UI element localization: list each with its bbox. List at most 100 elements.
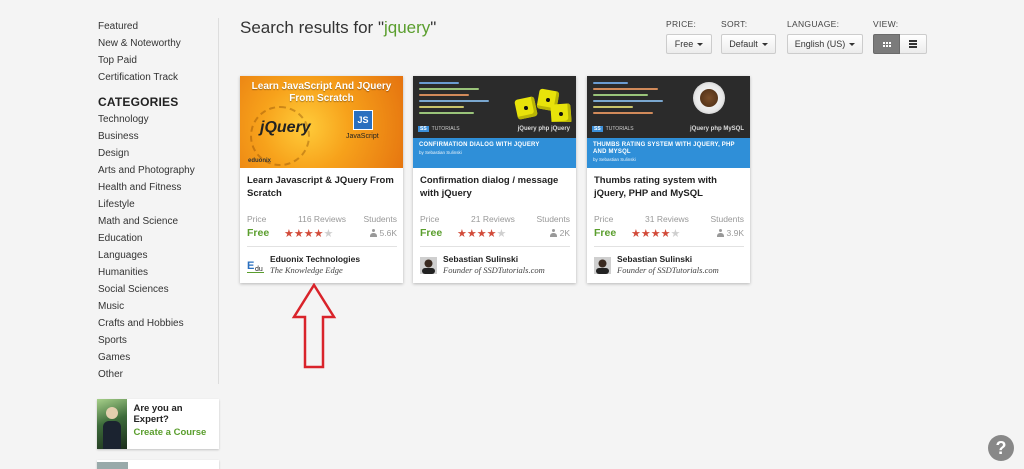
category-item-education[interactable]: Education [98, 230, 220, 247]
card-divider [594, 246, 744, 247]
view-toggle [873, 34, 927, 54]
rating-stars: ★★★★★ [457, 228, 507, 240]
course-thumbnail[interactable]: SS TUTORIALS jQuery php MySQL THUMBS RATI… [587, 76, 750, 168]
course-price: Free [420, 227, 443, 239]
category-item-games[interactable]: Games [98, 349, 220, 366]
category-item-languages[interactable]: Languages [98, 247, 220, 264]
jquery-logo: jQuery [260, 119, 311, 136]
title-suffix: " [430, 18, 437, 37]
sidebar-link-top-paid[interactable]: Top Paid [98, 52, 220, 69]
expert-photo [97, 399, 128, 449]
category-item-design[interactable]: Design [98, 145, 220, 162]
category-item-business[interactable]: Business [98, 128, 220, 145]
title-prefix: Search results for " [240, 18, 384, 37]
students-value: 2K [559, 228, 570, 238]
category-item-lifestyle[interactable]: Lifestyle [98, 196, 220, 213]
course-author[interactable]: Sebastian Sulinski Founder of SSDTutoria… [420, 254, 545, 276]
tech-logos: jQuery php jQuery [517, 126, 570, 132]
course-author[interactable]: E du Eduonix Technologies The Knowledge … [247, 254, 360, 276]
course-meta-labels: Price 21 Reviews Students [420, 214, 570, 224]
students-label: Students [536, 214, 570, 224]
javascript-badge-icon: JS [353, 110, 373, 130]
create-course-link[interactable]: Create a Course [133, 427, 219, 438]
course-thumbnail[interactable]: Learn JavaScript And JQuery From Scratch… [240, 76, 403, 168]
tag-badge: SS [418, 126, 429, 132]
author-text: Eduonix Technologies The Knowledge Edge [270, 254, 360, 276]
category-item-other[interactable]: Other [98, 366, 220, 383]
tutorials-tag: SS TUTORIALS [418, 126, 460, 132]
grid-view-button[interactable] [873, 34, 900, 54]
sidebar-top-links: Featured New & Noteworthy Top Paid Certi… [98, 18, 220, 86]
language-dropdown[interactable]: English (US) [787, 34, 863, 54]
tech-logos: jQuery php MySQL [689, 126, 744, 132]
thumbnail-band: THUMBS RATING SYSTEM WITH JQUERY, PHP AN… [587, 138, 750, 168]
svg-text:E: E [247, 260, 254, 272]
promo-text: Are you an Expert? Create a Course [127, 399, 219, 449]
svg-text:du: du [255, 266, 263, 273]
sidebar-link-certification-track[interactable]: Certification Track [98, 69, 220, 86]
course-title[interactable]: Thumbs rating system with jQuery, PHP an… [594, 174, 744, 200]
thumbnail-ribbon: SS TUTORIALS jQuery php jQuery [413, 122, 576, 138]
author-name[interactable]: Sebastian Sulinski [443, 254, 545, 265]
sort-filter: SORT: Default [721, 19, 776, 54]
course-price: Free [594, 227, 617, 239]
price-dropdown[interactable]: Free [666, 34, 712, 54]
author-subtitle: Founder of SSDTutorials.com [617, 265, 719, 275]
category-item-math-science[interactable]: Math and Science [98, 213, 220, 230]
yellow-cube-icon [514, 96, 538, 120]
author-avatar [420, 256, 437, 274]
category-item-technology[interactable]: Technology [98, 111, 220, 128]
price-filter-label: PRICE: [666, 19, 697, 29]
sidebar-link-new-noteworthy[interactable]: New & Noteworthy [98, 35, 220, 52]
author-avatar [594, 256, 611, 274]
person-icon [549, 229, 557, 237]
course-meta-labels: Price 116 Reviews Students [247, 214, 397, 224]
author-text: Sebastian Sulinski Founder of SSDTutoria… [443, 254, 545, 276]
author-text: Sebastian Sulinski Founder of SSDTutoria… [617, 254, 719, 276]
course-card[interactable]: Learn JavaScript And JQuery From Scratch… [240, 76, 403, 283]
grid-icon [882, 41, 891, 47]
language-dropdown-value: English (US) [794, 39, 846, 49]
author-name[interactable]: Sebastian Sulinski [617, 254, 719, 265]
course-card[interactable]: SS TUTORIALS jQuery php jQuery CONFIRMATI… [413, 76, 576, 283]
list-icon [909, 39, 917, 50]
price-label: Price [247, 214, 267, 224]
language-filter-label: LANGUAGE: [787, 19, 840, 29]
category-item-health-fitness[interactable]: Health and Fitness [98, 179, 220, 196]
course-card[interactable]: SS TUTORIALS jQuery php MySQL THUMBS RATI… [587, 76, 750, 283]
tag-text: TUTORIALS [431, 126, 460, 132]
code-graphic [593, 82, 673, 118]
category-item-arts-photography[interactable]: Arts and Photography [98, 162, 220, 179]
search-query: jquery [383, 18, 431, 37]
thumbnail-band-title: CONFIRMATION DIALOG WITH JQUERY [419, 142, 540, 148]
sidebar-link-featured[interactable]: Featured [98, 18, 220, 35]
help-button[interactable]: ? [988, 435, 1014, 461]
students-label: Students [363, 214, 397, 224]
annotation-up-arrow-icon [291, 283, 337, 369]
category-list: Technology Business Design Arts and Phot… [98, 111, 220, 383]
secondary-promo[interactable] [97, 460, 219, 469]
tag-badge: SS [592, 126, 603, 132]
category-item-crafts-hobbies[interactable]: Crafts and Hobbies [98, 315, 220, 332]
price-label: Price [594, 214, 614, 224]
author-name[interactable]: Eduonix Technologies [270, 254, 360, 265]
course-title[interactable]: Learn Javascript & JQuery From Scratch [247, 174, 397, 200]
course-thumbnail[interactable]: SS TUTORIALS jQuery php jQuery CONFIRMATI… [413, 76, 576, 168]
thumbnail-band: CONFIRMATION DIALOG WITH JQUERY by Sebas… [413, 138, 576, 168]
reviews-count: 31 Reviews [645, 214, 689, 224]
price-dropdown-value: Free [674, 39, 694, 49]
course-author[interactable]: Sebastian Sulinski Founder of SSDTutoria… [594, 254, 719, 276]
author-subtitle: Founder of SSDTutorials.com [443, 265, 545, 275]
list-view-button[interactable] [900, 34, 927, 54]
students-count: 2K [549, 228, 570, 238]
course-title[interactable]: Confirmation dialog / message with jQuer… [420, 174, 570, 200]
category-item-music[interactable]: Music [98, 298, 220, 315]
category-item-humanities[interactable]: Humanities [98, 264, 220, 281]
become-expert-promo[interactable]: Are you an Expert? Create a Course [97, 399, 219, 449]
sort-dropdown[interactable]: Default [721, 34, 776, 54]
rating-stars: ★★★★★ [284, 228, 334, 240]
category-item-sports[interactable]: Sports [98, 332, 220, 349]
category-item-social-sciences[interactable]: Social Sciences [98, 281, 220, 298]
reviews-count: 21 Reviews [471, 214, 515, 224]
language-filter: LANGUAGE: English (US) [787, 19, 863, 54]
